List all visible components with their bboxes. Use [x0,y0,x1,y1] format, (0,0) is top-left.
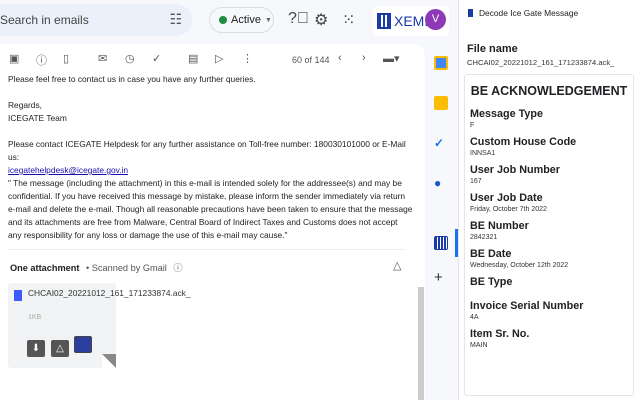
email-body: Please feel free to contact us in case y… [8,73,413,242]
decoded-field: User Job Number 167 [465,163,633,187]
move-to-icon[interactable]: ▤ [188,52,198,65]
card-heading: BE ACKNOWLEDGEMENT [470,84,628,98]
add-addon-icon[interactable]: + [434,269,448,286]
attachment-card[interactable]: CHCAI02_20221012_161_171233874.ack_ 1KB … [8,283,191,368]
helpdesk-email-link[interactable]: icegatehelpdesk@icegate.gov.in [8,165,128,175]
field-label: BE Number [470,220,529,232]
field-value: 2842321 [470,234,498,241]
logo-icon [377,13,391,29]
field-label: Message Type [470,108,544,120]
add-all-to-drive-icon[interactable]: △ [393,259,401,272]
side-rail: ✓ ● + [425,44,458,400]
field-label: User Job Date [470,192,543,204]
report-spam-icon[interactable]: ⓘ [36,52,47,68]
file-icon [14,290,22,301]
decoded-field: Message Type F [465,107,633,131]
decode-button[interactable] [74,336,92,353]
field-value: INNSA1 [470,150,496,157]
addon-icon [468,9,473,17]
body-line: Regards, [8,100,42,110]
decoder-addon-icon[interactable] [434,236,448,250]
decoded-field: BE Date Wednesday, October 12th 2022 [465,247,633,271]
decoded-field: Item Sr. No. MAIN [465,327,633,351]
status-label: Active [231,14,261,26]
label-icon[interactable]: ▷ [215,52,223,65]
file-name-label: File name [467,43,518,55]
apps-grid-icon[interactable]: ⁙ [342,10,355,30]
search-options-icon[interactable]: ☷ [169,11,182,28]
panel-title: Decode Ice Gate Message [468,8,578,18]
field-label: Custom House Code [470,136,577,148]
snooze-icon[interactable]: ◷ [125,52,135,65]
body-line: Please feel free to contact us in case y… [8,74,256,84]
field-label: User Job Number [470,164,560,176]
field-value: Friday, October 7th 2022 [470,206,547,213]
field-value: 167 [470,178,482,185]
input-tools-icon[interactable]: ▬▾ [383,52,400,65]
decoded-field: Invoice Serial Number 4A [465,299,633,323]
page-fold [102,354,116,368]
decoded-field: BE Number 2842321 [465,219,633,243]
delete-icon[interactable]: ▯ [63,52,69,65]
mark-unread-icon[interactable]: ✉ [98,52,107,65]
file-name-value: CHCAI02_20221012_161_171233874.ack_ [467,58,615,67]
attachment-size: 1KB [28,314,42,321]
download-button[interactable]: ⬇ [27,340,45,357]
body-line: Please contact ICEGATE Helpdesk for any … [8,139,406,162]
decoded-field: Custom House Code INNSA1 [465,135,633,159]
field-value: F [470,122,475,129]
scrollbar[interactable] [418,287,424,400]
status-dot-icon [219,16,227,24]
disclaimer: " The message (including the attachment)… [8,178,413,240]
field-label: Item Sr. No. [470,328,530,340]
search-input[interactable]: Search in emails [0,13,89,27]
status-dropdown[interactable]: Active ▼ [209,7,274,33]
field-value: 4A [470,314,479,321]
brand-name: XEMI [394,13,429,29]
panel-title-text: Decode Ice Gate Message [479,8,579,18]
attachment-name: CHCAI02_20221012_161_171233874.ack_ [28,288,191,298]
add-task-icon[interactable]: ✓ [152,52,161,65]
field-label: Invoice Serial Number [470,300,584,312]
info-icon[interactable]: ⓘ [173,263,182,273]
calendar-icon[interactable] [434,56,448,70]
decoded-field: BE Type [465,275,633,295]
gear-icon[interactable]: ⚙ [314,10,328,30]
divider [8,249,405,250]
attachment-count: One attachment [10,263,80,273]
chevron-down-icon: ▼ [264,16,272,24]
contacts-icon[interactable]: ● [434,176,448,190]
more-icon[interactable]: ⋮ [242,52,253,65]
search-bar[interactable]: Search in emails ☷ [0,4,192,36]
field-value: MAIN [470,342,488,349]
decoded-field: User Job Date Friday, October 7th 2022 [465,191,633,215]
field-label: BE Date [470,248,512,260]
previous-icon[interactable]: ‹ [338,52,342,64]
next-icon[interactable]: › [362,52,366,64]
field-value: Wednesday, October 12th 2022 [470,262,569,269]
tasks-icon[interactable]: ✓ [434,136,448,150]
keep-icon[interactable] [434,96,448,110]
field-label: BE Type [470,276,513,288]
scanned-label: • Scanned by Gmail [86,263,167,273]
avatar[interactable]: V [425,9,446,30]
help-icon[interactable]: ?⃝ [288,10,309,28]
field-value [470,289,633,295]
archive-icon[interactable]: ▣ [9,52,19,65]
body-line: ICEGATE Team [8,113,67,123]
attachments-header: One attachment • Scanned by Gmail ⓘ [10,260,183,274]
message-count: 60 of 144 [292,55,330,65]
add-to-drive-button[interactable]: △ [51,340,69,357]
decoded-card: BE ACKNOWLEDGEMENT Message Type F Custom H… [464,74,634,396]
